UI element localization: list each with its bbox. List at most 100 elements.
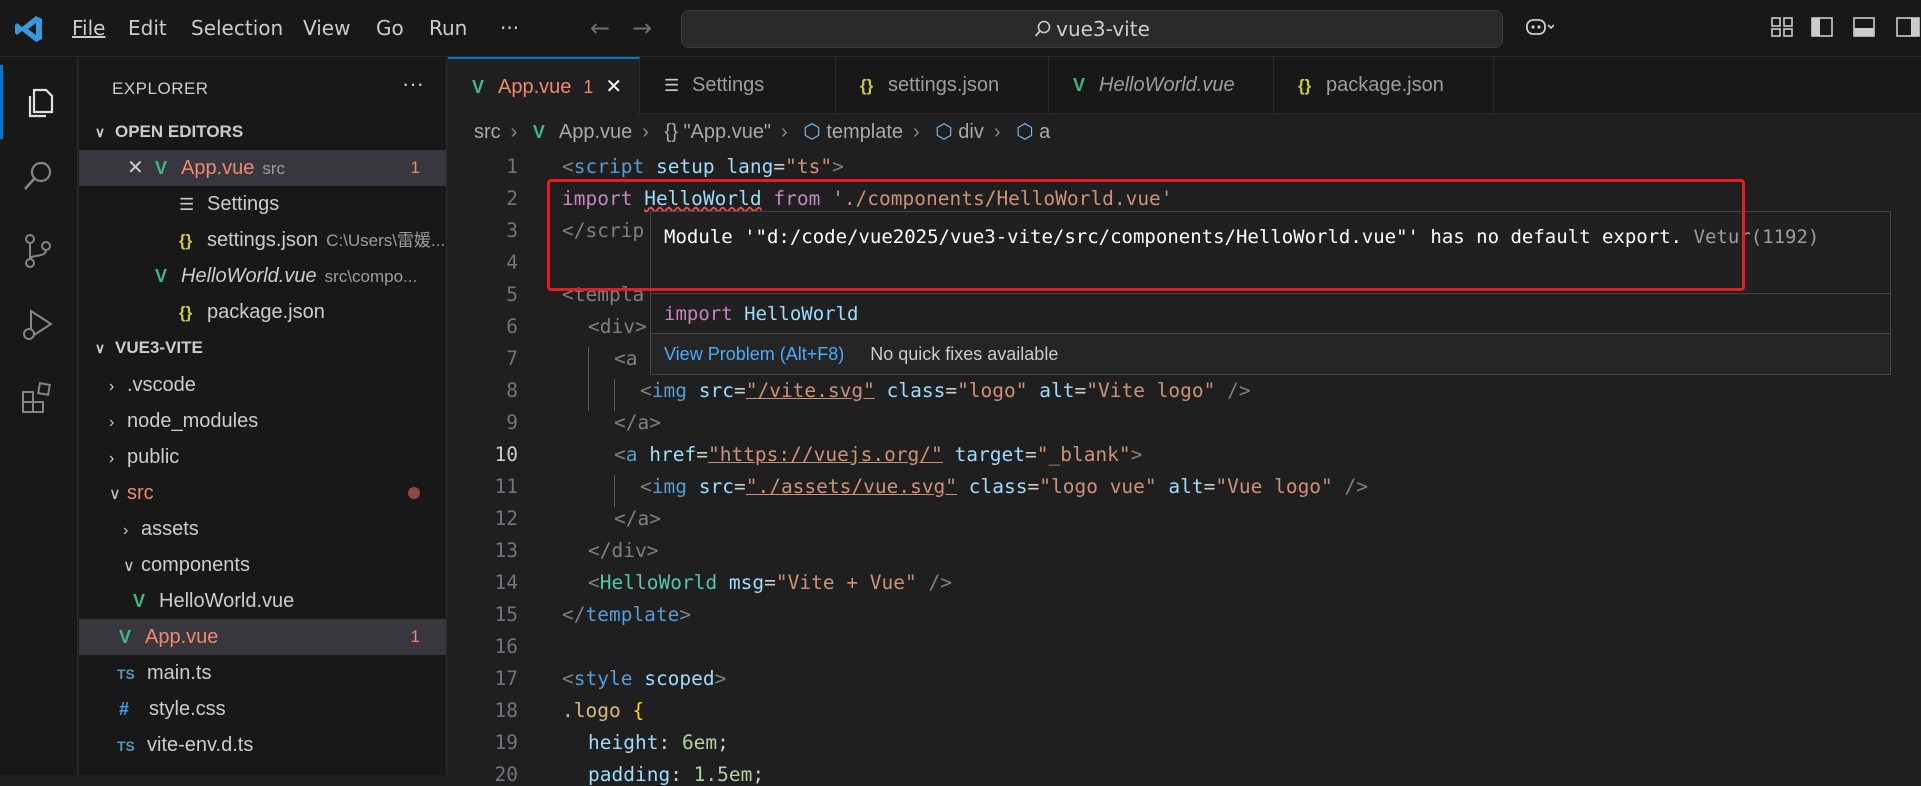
run-debug-icon — [23, 309, 53, 340]
close-tab-icon[interactable]: ✕ — [605, 76, 622, 98]
open-editor-helloworld-vue[interactable]: V HelloWorld.vue src\compo... — [79, 258, 446, 294]
view-problem-link[interactable]: View Problem (Alt+F8) — [664, 344, 844, 364]
vue-file-icon: V — [119, 627, 132, 647]
files-icon — [28, 88, 54, 118]
breadcrumb-app-vue[interactable]: App.vue — [559, 121, 632, 143]
menu-go[interactable]: Go — [376, 0, 404, 57]
vue-file-icon: V — [155, 158, 168, 178]
open-editor-app-vue[interactable]: ✕ V App.vue src 1 — [79, 150, 446, 186]
json-file-icon: {} — [1298, 76, 1312, 95]
breadcrumb-template[interactable]: template — [826, 121, 903, 143]
code-line-8: <img src="/vite.svg" class="logo" alt="V… — [640, 379, 1251, 402]
code-line-1: <script setup lang="ts"> — [562, 155, 844, 178]
editor-tabs: V App.vue 1 ✕ ☰ Settings {} settings.json V He… — [448, 57, 1921, 115]
command-center-label: vue3-vite — [1056, 17, 1150, 41]
chevron-right-icon: › — [913, 121, 920, 143]
chevron-right-icon: › — [642, 121, 649, 143]
settings-icon: ☰ — [664, 76, 680, 95]
project-header[interactable]: ∨ VUE3-VITE — [79, 331, 446, 365]
code-line-9: </a> — [614, 411, 661, 434]
menu-more[interactable]: ··· — [500, 0, 519, 57]
tab-package-json[interactable]: {} package.json — [1274, 57, 1494, 114]
toggle-panel-icon[interactable] — [1852, 15, 1876, 39]
menu-edit[interactable]: Edit — [128, 0, 167, 57]
tree-folder-public[interactable]: › public — [79, 439, 446, 475]
search-activity[interactable] — [0, 139, 78, 213]
open-editor-settings-json[interactable]: {} settings.json C:\Users\雷媛... — [79, 222, 446, 258]
line-number: 9 — [506, 411, 518, 434]
breadcrumb-div[interactable]: div — [958, 121, 984, 143]
tree-file-main-ts[interactable]: TS main.ts — [79, 655, 446, 691]
open-editors-header[interactable]: ∨ OPEN EDITORS — [79, 115, 446, 149]
back-arrow-icon[interactable]: ← — [590, 14, 610, 42]
chevron-down-icon: ∨ — [94, 340, 106, 356]
menu-view[interactable]: View — [303, 0, 350, 57]
customize-layout-icon[interactable] — [1770, 15, 1794, 39]
command-center-search[interactable]: vue3-vite — [681, 10, 1503, 48]
sidebar-title: EXPLORER — [112, 79, 209, 98]
json-file-icon: {} — [179, 231, 193, 250]
line-number: 5 — [506, 283, 518, 306]
activity-bar — [0, 57, 78, 775]
run-debug-activity[interactable] — [0, 287, 78, 361]
highlight-annotation-box — [547, 179, 1745, 291]
tab-helloworld-vue[interactable]: V HelloWorld.vue — [1049, 57, 1274, 114]
cube-icon: ⬡ — [803, 121, 821, 143]
breadcrumb-src[interactable]: src — [474, 121, 501, 143]
line-number: 4 — [506, 251, 518, 274]
extensions-activity[interactable] — [0, 361, 78, 435]
line-number: 13 — [494, 539, 518, 562]
tree-file-vite-env-d-ts[interactable]: TS vite-env.d.ts — [79, 727, 446, 763]
more-actions-icon[interactable]: ··· — [402, 71, 424, 97]
menu-file[interactable]: File — [72, 0, 105, 57]
search-icon — [24, 161, 52, 190]
code-line-7: <a — [614, 347, 638, 370]
tree-folder-vscode[interactable]: › .vscode — [79, 367, 446, 403]
tree-folder-assets[interactable]: › assets — [79, 511, 446, 547]
source-control-activity[interactable] — [0, 213, 78, 287]
line-number: 6 — [506, 315, 518, 338]
line-number: 11 — [494, 475, 518, 498]
copilot-icon[interactable] — [1524, 15, 1554, 39]
tab-settings[interactable]: ☰ Settings — [640, 57, 836, 114]
open-editor-package-json[interactable]: {} package.json — [79, 294, 446, 330]
indent-guide — [614, 475, 615, 507]
title-bar: File Edit Selection View Go Run ··· ← → … — [0, 0, 1921, 57]
menu-selection[interactable]: Selection — [191, 0, 283, 57]
chevron-right-icon: › — [109, 450, 115, 467]
tree-folder-src[interactable]: ∨ src — [79, 475, 446, 511]
chevron-down-icon: ∨ — [109, 486, 121, 503]
close-icon[interactable]: ✕ — [127, 150, 155, 186]
toggle-primary-sidebar-icon[interactable] — [1810, 15, 1834, 39]
explorer-activity[interactable] — [0, 65, 78, 139]
open-editor-settings[interactable]: ☰ Settings — [79, 186, 446, 222]
breadcrumb-a[interactable]: a — [1039, 121, 1050, 143]
chevron-down-icon: ∨ — [94, 124, 106, 140]
chevron-right-icon: › — [109, 414, 115, 431]
line-number: 17 — [494, 667, 518, 690]
tree-file-style-css[interactable]: # style.css — [79, 691, 446, 727]
chevron-right-icon: › — [123, 522, 129, 539]
css-file-icon: # — [119, 699, 130, 719]
cube-icon: ⬡ — [935, 121, 953, 143]
code-line-17: <style scoped> — [562, 667, 727, 690]
breadcrumb-module[interactable]: {} "App.vue" — [665, 121, 772, 143]
tree-file-app-vue[interactable]: V App.vue 1 — [79, 619, 446, 655]
code-line-14: <HelloWorld msg="Vite + Vue" /> — [588, 571, 953, 594]
vscode-logo-icon — [15, 16, 42, 42]
line-number: 3 — [506, 219, 518, 242]
tree-folder-components[interactable]: ∨ components — [79, 547, 446, 583]
tree-file-helloworld-vue[interactable]: V HelloWorld.vue — [79, 583, 446, 619]
toggle-secondary-sidebar-icon[interactable] — [1893, 15, 1921, 39]
hover-actions: View Problem (Alt+F8) No quick fixes avai… — [651, 333, 1890, 374]
tab-app-vue[interactable]: V App.vue 1 ✕ — [448, 57, 640, 115]
line-number: 15 — [494, 603, 518, 626]
tree-folder-node-modules[interactable]: › node_modules — [79, 403, 446, 439]
line-number: 1 — [506, 155, 518, 178]
vue-file-icon: V — [532, 122, 545, 142]
hover-signature: import HelloWorld — [651, 293, 1890, 333]
forward-arrow-icon[interactable]: → — [632, 14, 652, 42]
modified-dot-icon — [408, 487, 420, 499]
tab-settings-json[interactable]: {} settings.json — [836, 57, 1049, 114]
menu-run[interactable]: Run — [429, 0, 467, 57]
